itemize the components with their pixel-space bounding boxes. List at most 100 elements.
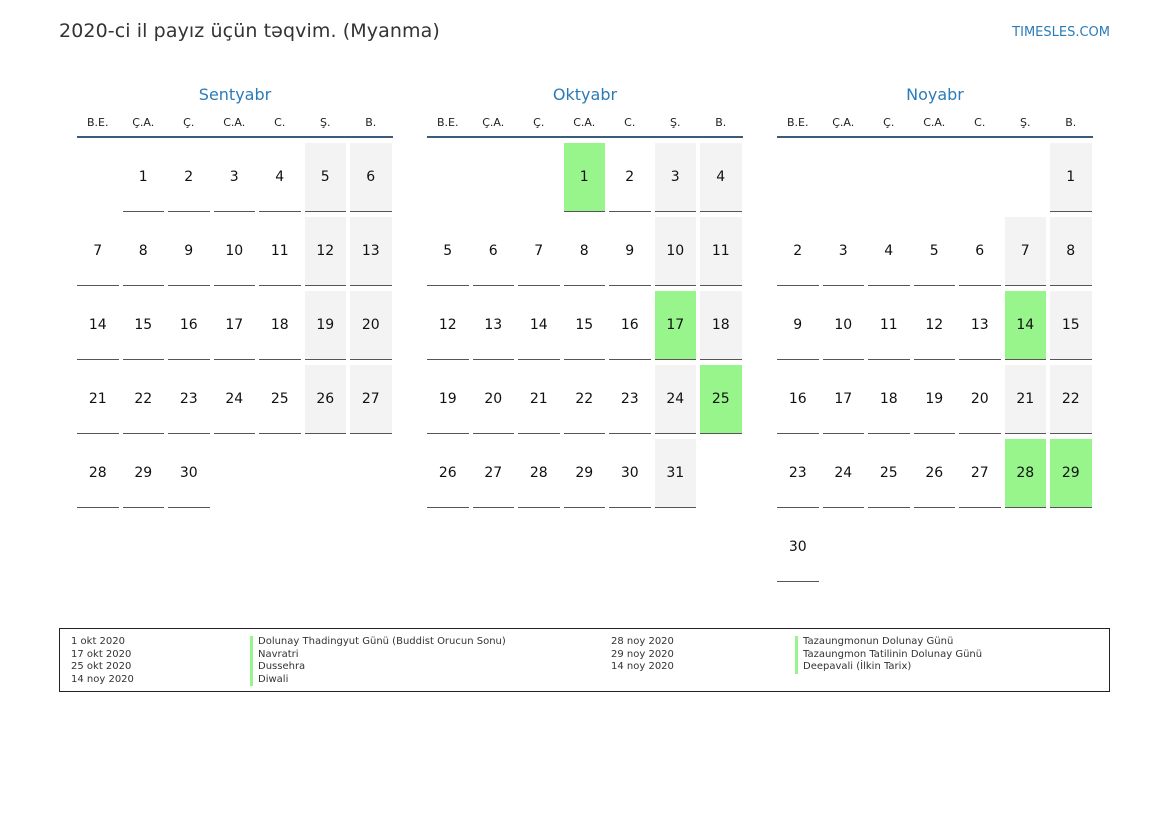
day-cell: 27	[350, 365, 392, 434]
day-cell: 27	[959, 439, 1001, 508]
day-cell: 23	[777, 439, 819, 508]
weekday-header: B.E. Ç.A. Ç. C.A. C. Ş. B.	[777, 114, 1093, 138]
day-cell: 3	[213, 143, 255, 212]
weekday-label: Ç.	[183, 116, 195, 129]
legend-date: 17 okt 2020	[71, 648, 132, 660]
day-cell: 15	[563, 291, 605, 360]
day-cell: 22	[1050, 365, 1092, 434]
day-cell: 19	[304, 291, 346, 360]
day-cell: 7	[1004, 217, 1046, 286]
day-cell: 26	[304, 365, 346, 434]
day-cell: 14	[518, 291, 560, 360]
weekday-label: B.E.	[87, 116, 109, 129]
weekday-label: B.E.	[437, 116, 459, 129]
day-cell: 29	[122, 439, 164, 508]
weekday-label: Ç.A.	[132, 116, 155, 129]
day-cell: 7	[77, 217, 119, 286]
day-cell: 24	[822, 439, 864, 508]
empty-cell	[1005, 143, 1047, 211]
legend-date: 25 okt 2020	[71, 661, 132, 672]
day-cell: 4	[700, 143, 742, 212]
legend-date: 1 okt 2020	[71, 636, 125, 647]
day-cell: 19	[427, 365, 469, 434]
weekday-label: Ş.	[320, 116, 331, 129]
holiday-legend: 1 okt 2020 17 okt 2020 25 okt 2020 14 noy 2…	[59, 628, 1110, 692]
legend-holiday-name: Deepavali (İlkin Tarix)	[795, 661, 982, 674]
month-name: Oktyabr	[552, 85, 618, 104]
legend-holiday-name: Dussehra	[250, 661, 506, 674]
day-cell: 17	[822, 365, 864, 434]
weekday-label: C.A.	[223, 116, 246, 129]
day-cell: 25	[259, 365, 301, 434]
day-cell: 9	[168, 217, 210, 286]
day-cell: 10	[213, 217, 255, 286]
empty-cell	[959, 143, 1001, 211]
page-title: 2020-ci il payız üçün təqvim. (Myanma)	[59, 20, 440, 42]
day-cell: 5	[427, 217, 469, 286]
day-cell: 11	[868, 291, 910, 360]
day-cell: 2	[609, 143, 651, 212]
day-cell: 26	[913, 439, 955, 508]
legend-date: 29 noy 2020	[611, 648, 674, 660]
weekday-label: C.A.	[923, 116, 946, 129]
weekday-label: C.A.	[573, 116, 596, 129]
month-name: Noyabr	[906, 85, 964, 104]
day-cell: 30	[609, 439, 651, 508]
day-cell: 30	[168, 439, 210, 508]
day-cell: 12	[913, 291, 955, 360]
day-cell: 28	[518, 439, 560, 508]
holiday-day-cell: 28	[1004, 439, 1046, 508]
empty-cell	[823, 143, 865, 211]
day-cell: 13	[472, 291, 514, 360]
weekday-header: B.E. Ç.A. Ç. C.A. C. Ş. B.	[77, 114, 393, 138]
day-cell: 21	[518, 365, 560, 434]
day-cell: 14	[77, 291, 119, 360]
day-cell: 18	[259, 291, 301, 360]
day-cell: 16	[609, 291, 651, 360]
holiday-day-cell: 1	[563, 143, 605, 212]
empty-cell	[868, 143, 910, 211]
day-cell: 15	[1050, 291, 1092, 360]
day-cell: 20	[959, 365, 1001, 434]
day-cell: 24	[654, 365, 696, 434]
day-cell: 24	[213, 365, 255, 434]
legend-dates-right: 28 noy 2020 29 noy 2020 14 noy 2020	[611, 636, 674, 674]
day-cell: 26	[427, 439, 469, 508]
day-cell: 4	[868, 217, 910, 286]
day-cell: 10	[822, 291, 864, 360]
day-cell: 8	[122, 217, 164, 286]
legend-dates-left: 1 okt 2020 17 okt 2020 25 okt 2020 14 noy 2…	[71, 636, 134, 686]
month-calendar: Noyabr B.E. Ç.A. Ç. C.A. C. Ş. B. 1 2 3 4 5 6 7 8 9 10 11 1…	[777, 84, 1093, 582]
site-link[interactable]: TIMESLES.COM	[1012, 25, 1110, 40]
day-cell: 8	[1050, 217, 1092, 286]
day-cell: 20	[350, 291, 392, 360]
day-cell: 10	[654, 217, 696, 286]
weekday-label: C.	[974, 116, 986, 129]
empty-cell	[777, 143, 819, 211]
weekday-header: B.E. Ç.A. Ç. C.A. C. Ş. B.	[427, 114, 743, 138]
days-grid: 1 2 3 4 5 6 7 8 9 10 11 12 13 14 15 16 17 18 19 20 21 22 23 24 2…	[777, 143, 1093, 582]
day-cell: 17	[213, 291, 255, 360]
weekday-label: Ç.	[883, 116, 895, 129]
day-cell: 3	[822, 217, 864, 286]
day-cell: 23	[168, 365, 210, 434]
weekday-label: C.	[624, 116, 636, 129]
day-cell: 5	[913, 217, 955, 286]
day-cell: 15	[122, 291, 164, 360]
day-cell: 3	[654, 143, 696, 212]
day-cell: 29	[563, 439, 605, 508]
day-cell: 23	[609, 365, 651, 434]
holiday-day-cell: 17	[654, 291, 696, 360]
days-grid: 1 2 3 4 5 6 7 8 9 10 11 12 13 14 15 16 17 18 19 20 21 22 23 24 2…	[77, 143, 393, 508]
legend-date: 28 noy 2020	[611, 636, 674, 647]
day-cell: 22	[563, 365, 605, 434]
holiday-day-cell: 14	[1004, 291, 1046, 360]
day-cell: 21	[77, 365, 119, 434]
legend-date: 14 noy 2020	[71, 673, 134, 685]
legend-holiday-name: Diwali	[250, 673, 506, 686]
weekday-label: Ç.	[533, 116, 545, 129]
month-name: Sentyabr	[198, 85, 272, 104]
day-cell: 16	[168, 291, 210, 360]
day-cell: 27	[472, 439, 514, 508]
day-cell: 16	[777, 365, 819, 434]
